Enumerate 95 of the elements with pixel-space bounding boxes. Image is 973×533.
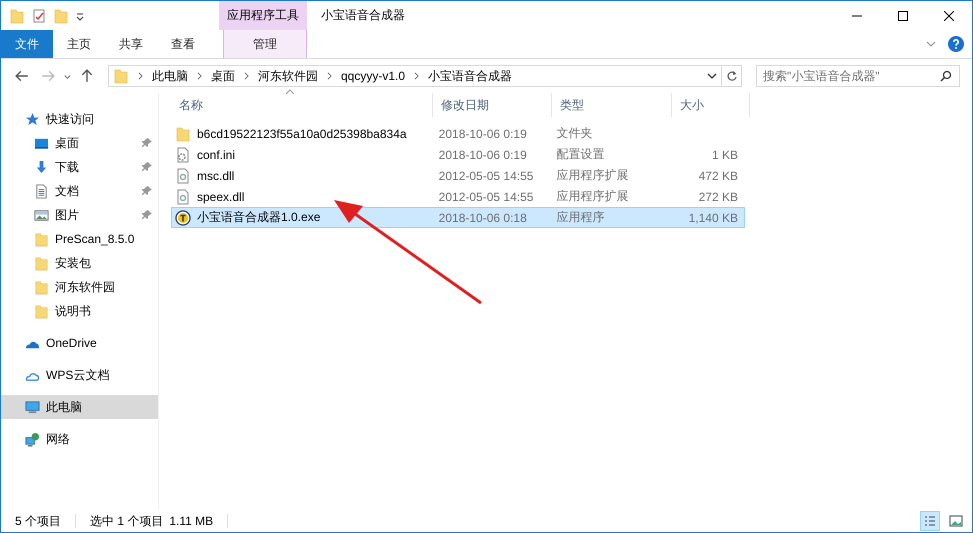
back-arrow-icon[interactable]: [15, 69, 29, 83]
chevron-down-icon[interactable]: [707, 71, 717, 81]
selection-size: 1.11 MB: [169, 514, 214, 528]
folder-icon: [175, 126, 191, 142]
file-type: 配置设置: [556, 146, 604, 163]
refresh-button[interactable]: [722, 65, 742, 87]
chevron-right-icon[interactable]: [138, 72, 143, 80]
nav-item[interactable]: 网络: [1, 427, 158, 451]
nav-item[interactable]: 此电脑: [1, 395, 158, 419]
app-icon: [175, 210, 191, 226]
folder-icon: [34, 232, 49, 246]
column-header[interactable]: 名称: [171, 93, 433, 117]
nav-item[interactable]: PreScan_8.5.0: [1, 227, 158, 251]
nav-item[interactable]: 安装包: [1, 251, 158, 275]
help-icon[interactable]: [948, 36, 964, 52]
document-icon: [34, 184, 49, 198]
ribbon-tab[interactable]: 主页: [53, 30, 105, 58]
list-icon: [923, 514, 937, 528]
selection-count: 选中 1 个项目: [90, 512, 164, 530]
item-count: 5 个项目: [15, 512, 62, 530]
gear-file-icon: [175, 168, 191, 184]
gear-file-icon: [175, 188, 191, 204]
folder-icon: [34, 256, 49, 270]
nav-item[interactable]: 河东软件园: [1, 275, 158, 299]
nav-item[interactable]: 快速访问: [1, 107, 158, 131]
file-type: 应用程序扩展: [556, 188, 628, 205]
refresh-icon: [726, 70, 738, 82]
dropdown-icon[interactable]: [75, 10, 85, 20]
file-row[interactable]: 小宝语音合成器1.0.exe 2018-10-06 0:18 应用程序 1,140 KB: [171, 207, 745, 228]
modified-date: 2018-10-06 0:18: [438, 210, 527, 224]
settings-file-icon: [175, 146, 191, 162]
image-icon: [949, 514, 963, 528]
nav-item[interactable]: WPS云文档: [1, 363, 158, 387]
chevron-right-icon[interactable]: [414, 72, 420, 80]
file-row[interactable]: speex.dll 2012-05-05 14:55 应用程序扩展 272 KB: [171, 186, 745, 207]
file-type: 应用程序: [556, 209, 604, 226]
breadcrumb[interactable]: 河东软件园: [258, 68, 318, 84]
folder-icon: [113, 68, 129, 84]
star-icon: [25, 112, 40, 126]
file-size: 472 KB: [698, 168, 738, 182]
folder-icon: [34, 280, 49, 294]
computer-icon: [25, 400, 40, 414]
breadcrumb[interactable]: qqcyyy-v1.0: [341, 69, 406, 83]
properties-check-icon[interactable]: [31, 8, 47, 24]
breadcrumb[interactable]: 此电脑: [152, 68, 188, 84]
file-name: msc.dll: [197, 168, 234, 182]
modified-date: 2018-10-06 0:19: [438, 126, 527, 140]
close-icon[interactable]: [944, 10, 954, 20]
file-row[interactable]: conf.ini 2018-10-06 0:19 配置设置 1 KB: [171, 144, 745, 165]
nav-item[interactable]: OneDrive: [1, 331, 158, 355]
column-header[interactable]: 类型: [552, 93, 672, 117]
nav-item[interactable]: 图片: [1, 203, 158, 227]
breadcrumb[interactable]: 桌面: [211, 68, 235, 84]
column-header[interactable]: 大小: [672, 93, 750, 117]
modified-date: 2012-05-05 14:55: [438, 168, 534, 182]
nav-item[interactable]: 下载: [1, 155, 158, 179]
column-header[interactable]: 修改日期: [433, 93, 552, 117]
search-icon: [940, 70, 952, 82]
folder-icon: [9, 8, 25, 24]
pictures-icon: [34, 208, 49, 222]
breadcrumb[interactable]: 小宝语音合成器: [428, 68, 512, 84]
file-row[interactable]: msc.dll 2012-05-05 14:55 应用程序扩展 472 KB: [171, 165, 745, 186]
address-bar[interactable]: 此电脑 桌面 河东软件园 qqcyyy-v1.0 小宝语音合成器: [108, 65, 722, 87]
network-icon: [25, 432, 40, 446]
maximize-icon[interactable]: [898, 10, 908, 20]
ribbon-tab[interactable]: 查看: [157, 30, 209, 58]
ribbon-tab[interactable]: 共享: [105, 30, 157, 58]
details-view-button[interactable]: [920, 511, 940, 531]
ribbon-tab[interactable]: 管理: [223, 30, 307, 58]
window-title: 小宝语音合成器: [320, 7, 405, 24]
modified-date: 2018-10-06 0:19: [438, 148, 527, 162]
ribbon-tab[interactable]: 文件: [1, 30, 53, 58]
chevron-right-icon[interactable]: [197, 72, 202, 80]
file-type: 应用程序扩展: [556, 167, 628, 184]
file-size: 1 KB: [712, 148, 738, 162]
context-tab-header: 应用程序工具: [219, 1, 307, 30]
file-row[interactable]: b6cd19522123f55a10a0d25398ba834a 2018-10-06 0:19 文件夹: [171, 123, 745, 144]
nav-item[interactable]: 文档: [1, 179, 158, 203]
file-name: speex.dll: [197, 190, 244, 204]
folder-icon: [34, 304, 49, 318]
chevron-right-icon[interactable]: [244, 72, 249, 80]
search-field[interactable]: 搜索"小宝语音合成器": [756, 65, 960, 87]
nav-item[interactable]: 说明书: [1, 299, 158, 323]
file-name: b6cd19522123f55a10a0d25398ba834a: [197, 126, 407, 140]
chevron-right-icon[interactable]: [327, 72, 332, 80]
sort-caret-icon: [286, 89, 294, 94]
file-name: conf.ini: [197, 148, 236, 162]
download-arrow-icon: [34, 160, 49, 174]
file-type: 文件夹: [556, 125, 592, 142]
modified-date: 2012-05-05 14:55: [438, 190, 534, 204]
file-size: 272 KB: [698, 190, 738, 204]
up-arrow-icon[interactable]: [80, 69, 94, 83]
file-name: 小宝语音合成器1.0.exe: [197, 209, 320, 226]
nav-item[interactable]: 桌面: [1, 131, 158, 155]
file-size: 1,140 KB: [688, 210, 738, 224]
